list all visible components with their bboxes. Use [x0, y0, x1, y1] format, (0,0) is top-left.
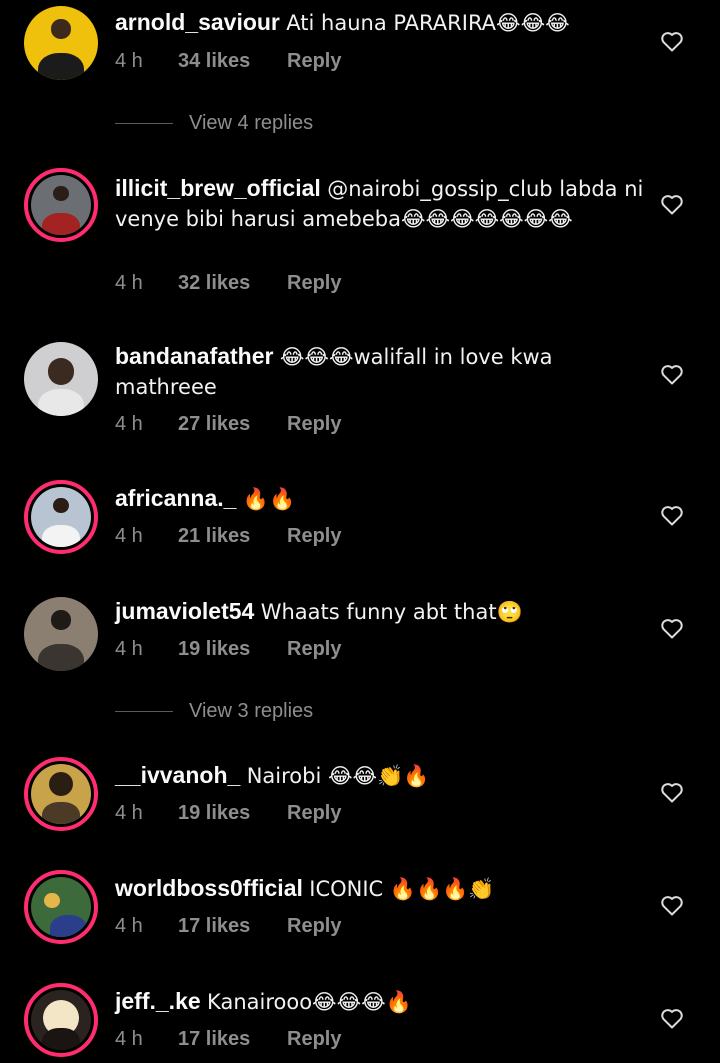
- comment-body: ICONIC 🔥🔥🔥👏: [309, 877, 495, 901]
- avatar[interactable]: [24, 597, 98, 671]
- comment-time: 4 h: [115, 272, 143, 294]
- avatar[interactable]: [24, 6, 98, 80]
- view-replies-label: View 3 replies: [189, 699, 314, 722]
- likes-count[interactable]: 19 likes: [178, 802, 287, 825]
- likes-count[interactable]: 32 likes: [178, 272, 287, 295]
- comment-body: Kanairooo😂😂😂🔥: [207, 990, 412, 1014]
- comment-username[interactable]: __ivvanoh_: [115, 762, 240, 788]
- comment-text: africanna._ 🔥🔥: [115, 484, 645, 514]
- divider-line: [115, 122, 173, 124]
- comment-body: Ati hauna PARARIRA😂😂😂: [286, 11, 570, 35]
- reply-button[interactable]: Reply: [287, 50, 341, 73]
- avatar[interactable]: [24, 168, 98, 242]
- comment-text: illicit_brew_official @nairobi_gossip_cl…: [115, 174, 645, 234]
- comment-body: 🔥🔥: [242, 487, 296, 511]
- comment-meta: 4 h 21 likes Reply: [115, 525, 341, 548]
- reply-button[interactable]: Reply: [287, 915, 341, 938]
- likes-count[interactable]: 17 likes: [178, 1028, 287, 1051]
- comment-meta: 4 h 34 likes Reply: [115, 50, 341, 73]
- heart-outline-icon[interactable]: [660, 1007, 684, 1029]
- reply-button[interactable]: Reply: [287, 1028, 341, 1051]
- avatar[interactable]: [24, 342, 98, 416]
- view-replies-button[interactable]: View 4 replies: [115, 111, 313, 135]
- likes-count[interactable]: 19 likes: [178, 638, 287, 661]
- heart-outline-icon[interactable]: [660, 781, 684, 803]
- heart-outline-icon[interactable]: [660, 617, 684, 639]
- comment-time: 4 h: [115, 525, 143, 547]
- comment-text: bandanafather 😂😂😂walifall in love kwa ma…: [115, 342, 645, 402]
- likes-count[interactable]: 34 likes: [178, 50, 287, 73]
- heart-outline-icon[interactable]: [660, 894, 684, 916]
- reply-button[interactable]: Reply: [287, 638, 341, 661]
- comment-username[interactable]: illicit_brew_official: [115, 175, 321, 201]
- comment-username[interactable]: bandanafather: [115, 343, 273, 369]
- view-replies-button[interactable]: View 3 replies: [115, 699, 313, 723]
- comment-time: 4 h: [115, 802, 143, 824]
- comment-username[interactable]: africanna._: [115, 485, 236, 511]
- heart-outline-icon[interactable]: [660, 30, 684, 52]
- comment-username[interactable]: jeff._.ke: [115, 988, 201, 1014]
- reply-button[interactable]: Reply: [287, 413, 341, 436]
- avatar[interactable]: [24, 757, 98, 831]
- comment-time: 4 h: [115, 413, 143, 435]
- comment-body: Nairobi 😂😂👏🔥: [246, 764, 430, 788]
- comment-username[interactable]: jumaviolet54: [115, 598, 254, 624]
- divider-line: [115, 710, 173, 712]
- likes-count[interactable]: 21 likes: [178, 525, 287, 548]
- comment-text: jeff._.ke Kanairooo😂😂😂🔥: [115, 987, 645, 1017]
- comment-username[interactable]: arnold_saviour: [115, 9, 280, 35]
- comment-text: __ivvanoh_ Nairobi 😂😂👏🔥: [115, 761, 645, 791]
- avatar[interactable]: [24, 480, 98, 554]
- likes-count[interactable]: 17 likes: [178, 915, 287, 938]
- comment-time: 4 h: [115, 50, 143, 72]
- comment-meta: 4 h 17 likes Reply: [115, 915, 341, 938]
- comment-meta: 4 h 32 likes Reply: [115, 272, 341, 295]
- comment-time: 4 h: [115, 638, 143, 660]
- heart-outline-icon[interactable]: [660, 504, 684, 526]
- reply-button[interactable]: Reply: [287, 272, 341, 295]
- comment-meta: 4 h 27 likes Reply: [115, 413, 341, 436]
- comment-text: jumaviolet54 Whaats funny abt that🙄: [115, 597, 645, 627]
- comment-text: worldboss0fficial ICONIC 🔥🔥🔥👏: [115, 874, 645, 904]
- comment-meta: 4 h 17 likes Reply: [115, 1028, 341, 1051]
- comment-username[interactable]: worldboss0fficial: [115, 875, 303, 901]
- avatar[interactable]: [24, 870, 98, 944]
- comment-time: 4 h: [115, 915, 143, 937]
- likes-count[interactable]: 27 likes: [178, 413, 287, 436]
- reply-button[interactable]: Reply: [287, 802, 341, 825]
- avatar[interactable]: [24, 983, 98, 1057]
- comment-meta: 4 h 19 likes Reply: [115, 802, 341, 825]
- comment-meta: 4 h 19 likes Reply: [115, 638, 341, 661]
- comment-text: arnold_saviour Ati hauna PARARIRA😂😂😂: [115, 8, 645, 38]
- comment-body: Whaats funny abt that🙄: [260, 600, 523, 624]
- heart-outline-icon[interactable]: [660, 363, 684, 385]
- heart-outline-icon[interactable]: [660, 193, 684, 215]
- reply-button[interactable]: Reply: [287, 525, 341, 548]
- view-replies-label: View 4 replies: [189, 111, 314, 134]
- comment-time: 4 h: [115, 1028, 143, 1050]
